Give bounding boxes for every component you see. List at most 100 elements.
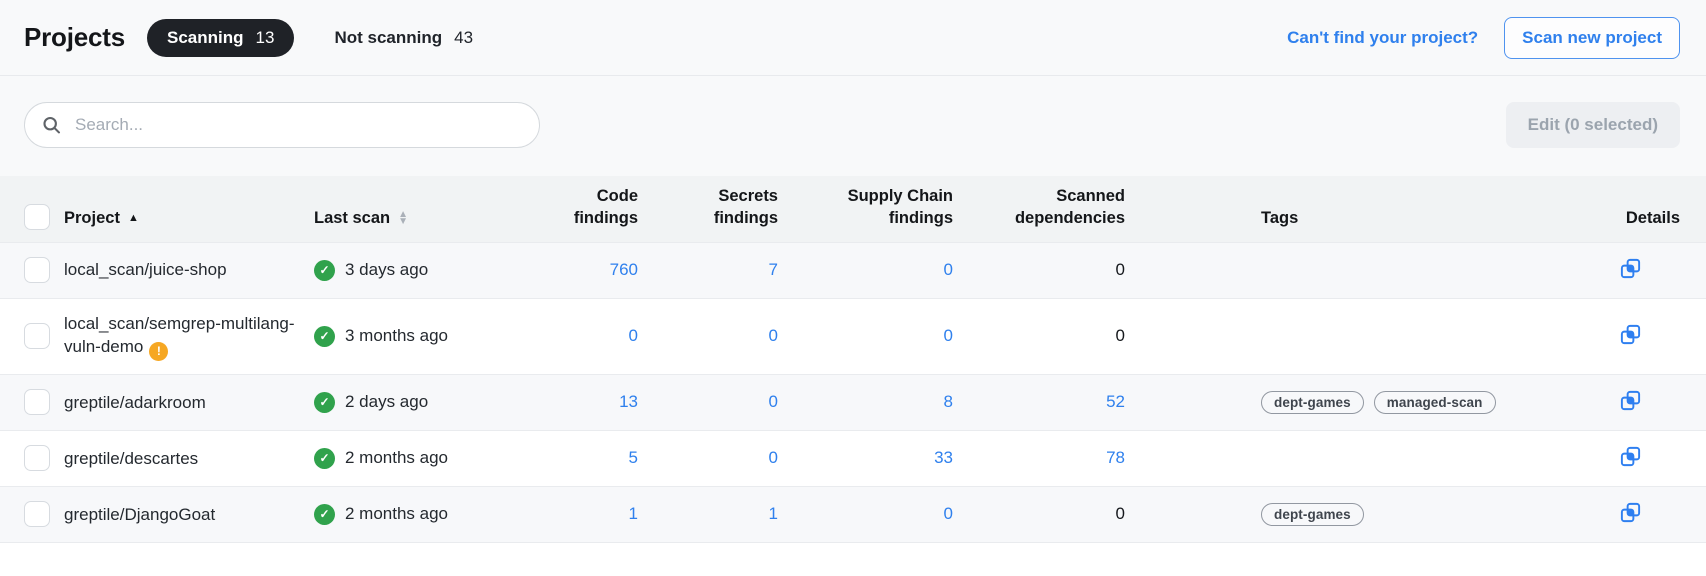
col-secrets-findings: Secrets findings xyxy=(644,186,784,230)
supply-chain-findings-link[interactable]: 8 xyxy=(944,392,953,411)
tags-cell: dept-games managed-scan xyxy=(1131,391,1556,414)
tag-pill: managed-scan xyxy=(1374,391,1496,414)
code-findings-link[interactable]: 0 xyxy=(629,326,638,345)
scanned-dependencies-value: 0 xyxy=(1116,326,1125,345)
details-icon xyxy=(1619,323,1642,346)
secrets-findings-link[interactable]: 7 xyxy=(769,260,778,279)
tags-cell: dept-games xyxy=(1131,503,1556,526)
toolbar: Edit (0 selected) xyxy=(0,76,1706,176)
details-button[interactable] xyxy=(1617,255,1644,282)
col-details-label: Details xyxy=(1626,209,1680,227)
secrets-findings-link[interactable]: 0 xyxy=(769,448,778,467)
page-title: Projects xyxy=(24,22,125,53)
scanned-dependencies-link[interactable]: 78 xyxy=(1106,448,1125,467)
supply-chain-findings-link[interactable]: 0 xyxy=(944,260,953,279)
col-details: Details xyxy=(1556,208,1706,230)
col-supply-chain-findings: Supply Chain findings xyxy=(784,186,959,230)
table-row: greptile/descartes ✓ 2 months ago 5 0 33… xyxy=(0,430,1706,486)
search-input[interactable] xyxy=(24,102,540,148)
code-findings-link[interactable]: 1 xyxy=(629,504,638,523)
last-scan-cell: ✓ 2 months ago xyxy=(314,448,524,469)
col-code-findings-label: Code findings xyxy=(574,187,638,227)
tab-scanning[interactable]: Scanning 13 xyxy=(147,19,294,57)
page-header-section: Projects Scanning 13 Not scanning 43 Can… xyxy=(0,0,1706,176)
col-project-label: Project xyxy=(64,208,120,230)
last-scan-cell: ✓ 2 months ago xyxy=(314,504,524,525)
col-code-findings: Code findings xyxy=(524,186,644,230)
col-last-scan[interactable]: Last scan ▲▼ xyxy=(314,208,524,230)
last-scan-cell: ✓ 2 days ago xyxy=(314,392,524,413)
scanned-dependencies-value: 0 xyxy=(1116,504,1125,523)
scan-success-icon: ✓ xyxy=(314,504,335,525)
last-scan-text: 3 months ago xyxy=(345,326,448,346)
col-project[interactable]: Project ▲ xyxy=(64,208,314,230)
header-checkbox-cell xyxy=(0,204,64,230)
project-name: greptile/adarkroom xyxy=(64,391,314,414)
tab-not-scanning[interactable]: Not scanning 43 xyxy=(314,19,493,57)
code-findings-link[interactable]: 5 xyxy=(629,448,638,467)
scanned-dependencies-link[interactable]: 52 xyxy=(1106,392,1125,411)
col-tags-label: Tags xyxy=(1261,209,1298,227)
supply-chain-findings-link[interactable]: 0 xyxy=(944,326,953,345)
scan-new-project-button[interactable]: Scan new project xyxy=(1504,17,1680,59)
col-scanned-dependencies-label: Scanned dependencies xyxy=(1015,187,1125,227)
row-checkbox[interactable] xyxy=(24,501,50,527)
col-supply-chain-findings-label: Supply Chain findings xyxy=(848,187,953,227)
secrets-findings-link[interactable]: 0 xyxy=(769,326,778,345)
select-all-checkbox[interactable] xyxy=(24,204,50,230)
row-checkbox[interactable] xyxy=(24,389,50,415)
last-scan-cell: ✓ 3 months ago xyxy=(314,326,524,347)
project-name: local_scan/semgrep-multilang-vuln-demo xyxy=(64,314,295,356)
table-row: greptile/DjangoGoat ✓ 2 months ago 1 1 0… xyxy=(0,486,1706,542)
sort-both-icon: ▲▼ xyxy=(398,212,408,225)
tag-pill: dept-games xyxy=(1261,391,1364,414)
scanned-dependencies-value: 0 xyxy=(1116,260,1125,279)
supply-chain-findings-link[interactable]: 33 xyxy=(934,448,953,467)
row-checkbox[interactable] xyxy=(24,323,50,349)
code-findings-link[interactable]: 760 xyxy=(610,260,638,279)
last-scan-text: 2 months ago xyxy=(345,504,448,524)
warning-icon[interactable]: ! xyxy=(149,342,168,361)
table-header-row: Project ▲ Last scan ▲▼ Code findings Sec… xyxy=(0,176,1706,242)
tag-pill: dept-games xyxy=(1261,503,1364,526)
details-button[interactable] xyxy=(1617,499,1644,526)
edit-selected-button[interactable]: Edit (0 selected) xyxy=(1506,102,1680,148)
table-row: local_scan/juice-shop ✓ 3 days ago 760 7… xyxy=(0,242,1706,298)
secrets-findings-link[interactable]: 0 xyxy=(769,392,778,411)
col-secrets-findings-label: Secrets findings xyxy=(714,187,778,227)
row-checkbox[interactable] xyxy=(24,445,50,471)
search-icon xyxy=(41,115,62,136)
last-scan-cell: ✓ 3 days ago xyxy=(314,260,524,281)
project-name: greptile/descartes xyxy=(64,447,314,470)
col-tags: Tags xyxy=(1131,208,1556,230)
scan-success-icon: ✓ xyxy=(314,448,335,469)
project-name: greptile/DjangoGoat xyxy=(64,503,314,526)
row-checkbox[interactable] xyxy=(24,257,50,283)
tab-scanning-count: 13 xyxy=(256,28,275,48)
details-icon xyxy=(1619,389,1642,412)
details-icon xyxy=(1619,257,1642,280)
topbar-actions: Can't find your project? Scan new projec… xyxy=(1287,17,1680,59)
scan-success-icon: ✓ xyxy=(314,260,335,281)
details-button[interactable] xyxy=(1617,321,1644,348)
find-project-link[interactable]: Can't find your project? xyxy=(1287,28,1478,48)
code-findings-link[interactable]: 13 xyxy=(619,392,638,411)
secrets-findings-link[interactable]: 1 xyxy=(769,504,778,523)
project-name: local_scan/juice-shop xyxy=(64,258,314,281)
details-button[interactable] xyxy=(1617,443,1644,470)
table-row: local_scan/semgrep-multilang-vuln-demo! … xyxy=(0,298,1706,374)
tab-not-scanning-count: 43 xyxy=(454,28,473,48)
col-last-scan-label: Last scan xyxy=(314,208,390,230)
supply-chain-findings-link[interactable]: 0 xyxy=(944,504,953,523)
topbar: Projects Scanning 13 Not scanning 43 Can… xyxy=(0,0,1706,76)
projects-table: Project ▲ Last scan ▲▼ Code findings Sec… xyxy=(0,176,1706,576)
col-scanned-dependencies: Scanned dependencies xyxy=(959,186,1131,230)
last-scan-text: 2 months ago xyxy=(345,448,448,468)
table-row: greptile/adarkroom ✓ 2 days ago 13 0 8 5… xyxy=(0,374,1706,430)
details-button[interactable] xyxy=(1617,387,1644,414)
last-scan-text: 3 days ago xyxy=(345,260,428,280)
scan-success-icon: ✓ xyxy=(314,392,335,413)
table-bottom-spacer xyxy=(0,542,1706,576)
search-box xyxy=(24,102,540,148)
last-scan-text: 2 days ago xyxy=(345,392,428,412)
